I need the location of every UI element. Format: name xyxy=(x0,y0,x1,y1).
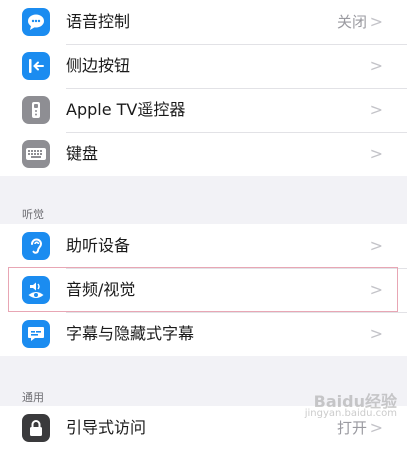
row-apple-tv-remote[interactable]: Apple TV遥控器 > xyxy=(0,88,407,132)
watermark-url: jingyan.baidu.com xyxy=(304,408,397,419)
audio-visual-icon xyxy=(22,276,50,304)
captions-icon xyxy=(22,320,50,348)
row-label: 助听设备 xyxy=(66,236,131,255)
chevron-right-icon: > xyxy=(369,56,383,75)
row-label: 音频/视觉 xyxy=(66,280,136,299)
row-label: 键盘 xyxy=(66,144,99,163)
speech-bubble-icon xyxy=(22,8,50,36)
row-side-button[interactable]: 侧边按钮 > xyxy=(0,44,407,88)
settings-group-hearing: 助听设备 > 音频/视觉 > 字幕与隐藏式字幕 > xyxy=(0,224,407,356)
row-keyboard[interactable]: 键盘 > xyxy=(0,132,407,176)
watermark-brand: Baidu经验 xyxy=(313,392,397,411)
row-subtitles-captioning[interactable]: 字幕与隐藏式字幕 > xyxy=(0,312,407,356)
chevron-right-icon: > xyxy=(369,324,383,343)
chevron-right-icon: > xyxy=(369,236,383,255)
row-label: 引导式访问 xyxy=(66,418,147,437)
row-label: 语音控制 xyxy=(66,12,131,31)
settings-group-interaction: 语音控制 关闭 > 侧边按钮 > Apple TV遥控器 > 键盘 > xyxy=(0,0,407,176)
row-label: 侧边按钮 xyxy=(66,56,131,75)
keyboard-icon xyxy=(22,140,50,168)
ear-icon xyxy=(22,232,50,260)
section-header-general: 通用 xyxy=(22,391,44,404)
row-hearing-devices[interactable]: 助听设备 > xyxy=(0,224,407,268)
remote-icon xyxy=(22,96,50,124)
chevron-right-icon: > xyxy=(369,100,383,119)
chevron-right-icon: > xyxy=(369,144,383,163)
row-audio-visual[interactable]: 音频/视觉 > xyxy=(0,268,407,312)
section-header-hearing: 听觉 xyxy=(22,208,44,221)
row-voice-control[interactable]: 语音控制 关闭 > xyxy=(0,0,407,44)
row-value: 关闭 xyxy=(336,13,367,31)
lock-icon xyxy=(22,414,50,442)
chevron-right-icon: > xyxy=(369,280,383,299)
side-button-icon xyxy=(22,52,50,80)
row-label: 字幕与隐藏式字幕 xyxy=(66,324,195,343)
row-label: Apple TV遥控器 xyxy=(66,100,186,119)
chevron-right-icon: > xyxy=(369,12,383,31)
watermark: Baidu经验 jingyan.baidu.com xyxy=(304,392,397,420)
